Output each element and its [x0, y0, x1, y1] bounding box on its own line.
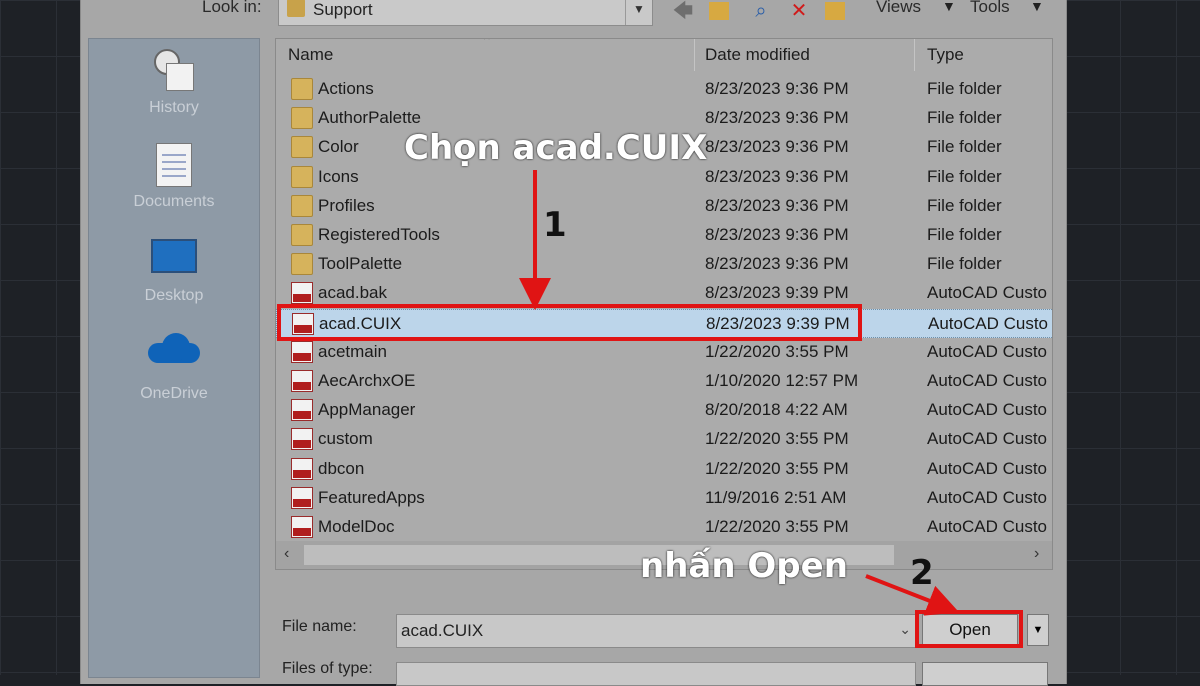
- arrow-to-open-button: [865, 574, 960, 616]
- annotation-arrows: [519, 170, 960, 616]
